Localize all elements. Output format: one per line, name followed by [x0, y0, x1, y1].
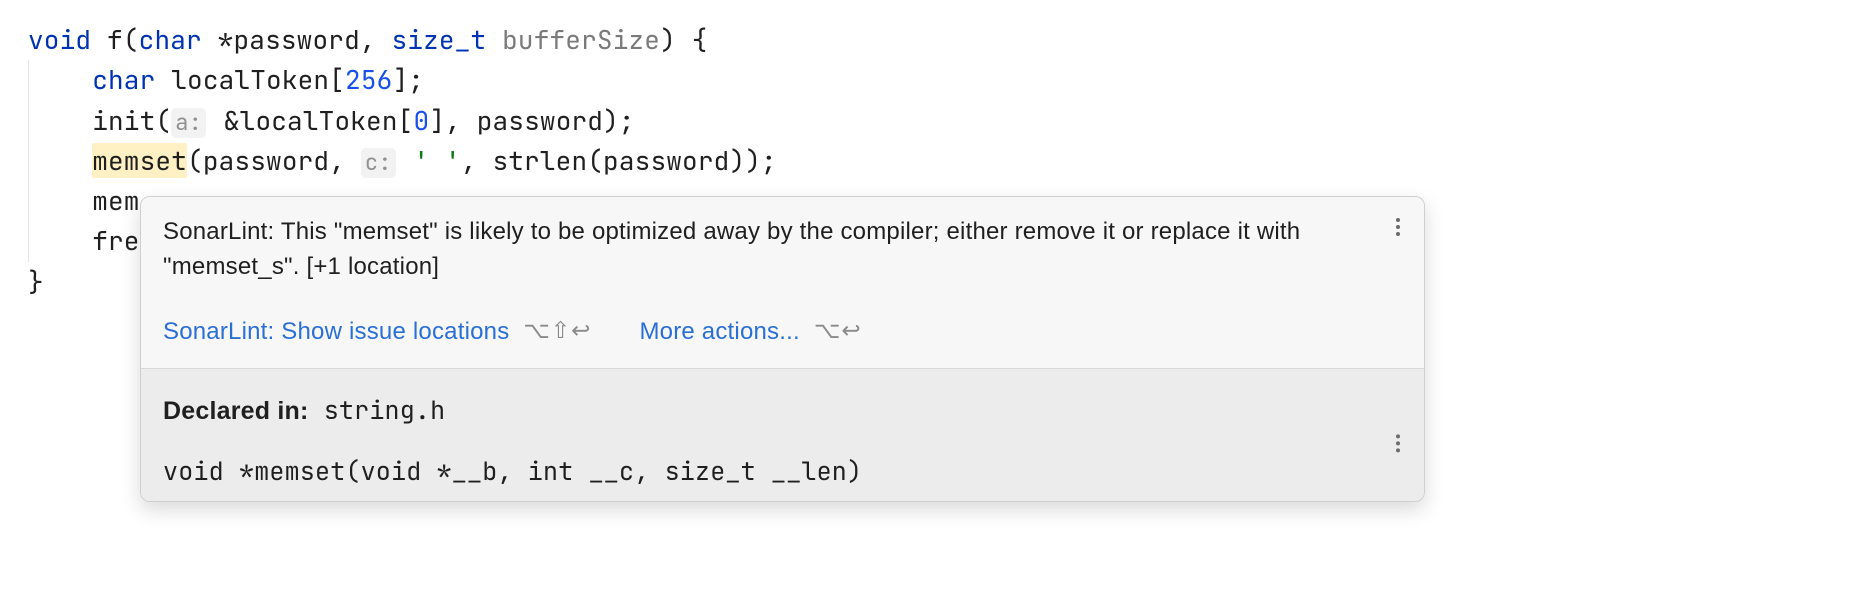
shortcut-more-actions: ⌥↩ — [814, 313, 862, 349]
addr-localtoken: &localToken — [224, 103, 398, 138]
number-256: 256 — [345, 62, 392, 97]
line4-open: (password, — [187, 143, 361, 178]
inlay-hint-a: a: — [171, 108, 206, 138]
lint-message: SonarLint: This "memset" is likely to be… — [163, 215, 1374, 285]
string-space: ' ' — [413, 143, 460, 178]
function-signature: void *memset(void *__b, int __c, size_t … — [163, 432, 1374, 493]
keyword-void: void — [28, 22, 91, 57]
call-memset-highlighted: memset — [92, 143, 187, 178]
line2-tail: ]; — [392, 62, 424, 97]
declared-in-row: Declared in: string.h — [163, 389, 1374, 433]
type-size-t: size_t — [391, 22, 486, 57]
comma: , — [360, 22, 392, 57]
more-icon[interactable] — [1388, 213, 1408, 241]
truncated-mem: mem — [92, 183, 139, 218]
show-issue-locations-link[interactable]: SonarLint: Show issue locations — [163, 313, 509, 350]
line3-rest: , password); — [445, 103, 635, 138]
number-0: 0 — [413, 103, 429, 138]
code-line-4: memset(password, c: ' ', strlen(password… — [28, 141, 1850, 181]
code-line-2: char localToken[256]; — [28, 60, 1850, 100]
line4-rest: , strlen(password)); — [461, 143, 777, 178]
rbracket-2: ] — [429, 103, 445, 138]
call-init: init — [92, 103, 155, 138]
param-password: password — [233, 22, 359, 57]
param-buffersize: bufferSize — [502, 22, 660, 57]
action-show-locations-group: SonarLint: Show issue locations ⌥⇧↩ — [163, 313, 591, 350]
keyword-char: char — [139, 22, 202, 57]
action-more-actions-group: More actions... ⌥↩ — [639, 313, 861, 350]
code-editor[interactable]: void f(char *password, size_t bufferSize… — [0, 0, 1850, 302]
truncated-fre: fre — [92, 223, 139, 258]
id-localtoken: localToken — [171, 62, 329, 97]
open-paren: ( — [155, 103, 171, 138]
more-icon-2[interactable] — [1388, 429, 1408, 457]
tooltip-message-section: SonarLint: This "memset" is likely to be… — [141, 197, 1424, 303]
line1-tail: ) { — [660, 22, 707, 57]
star: * — [218, 22, 234, 57]
declared-in-value: string.h — [324, 393, 446, 427]
inlay-hint-c: c: — [361, 148, 396, 178]
shortcut-show-locations: ⌥⇧↩ — [523, 313, 591, 349]
more-actions-link[interactable]: More actions... — [639, 313, 799, 350]
closing-brace: } — [28, 264, 44, 299]
tooltip-actions-row: SonarLint: Show issue locations ⌥⇧↩ More… — [141, 303, 1424, 368]
declared-in-label: Declared in: — [163, 397, 309, 425]
function-name: f — [107, 22, 123, 57]
lbracket-2: [ — [398, 103, 414, 138]
lint-tooltip: SonarLint: This "memset" is likely to be… — [140, 196, 1425, 502]
code-line-1: void f(char *password, size_t bufferSize… — [28, 20, 1850, 60]
code-line-3: init(a: &localToken[0], password); — [28, 101, 1850, 141]
tooltip-declaration-section: Declared in: string.h void *memset(void … — [141, 368, 1424, 501]
keyword-char-2: char — [92, 62, 155, 97]
lbracket: [ — [329, 62, 345, 97]
